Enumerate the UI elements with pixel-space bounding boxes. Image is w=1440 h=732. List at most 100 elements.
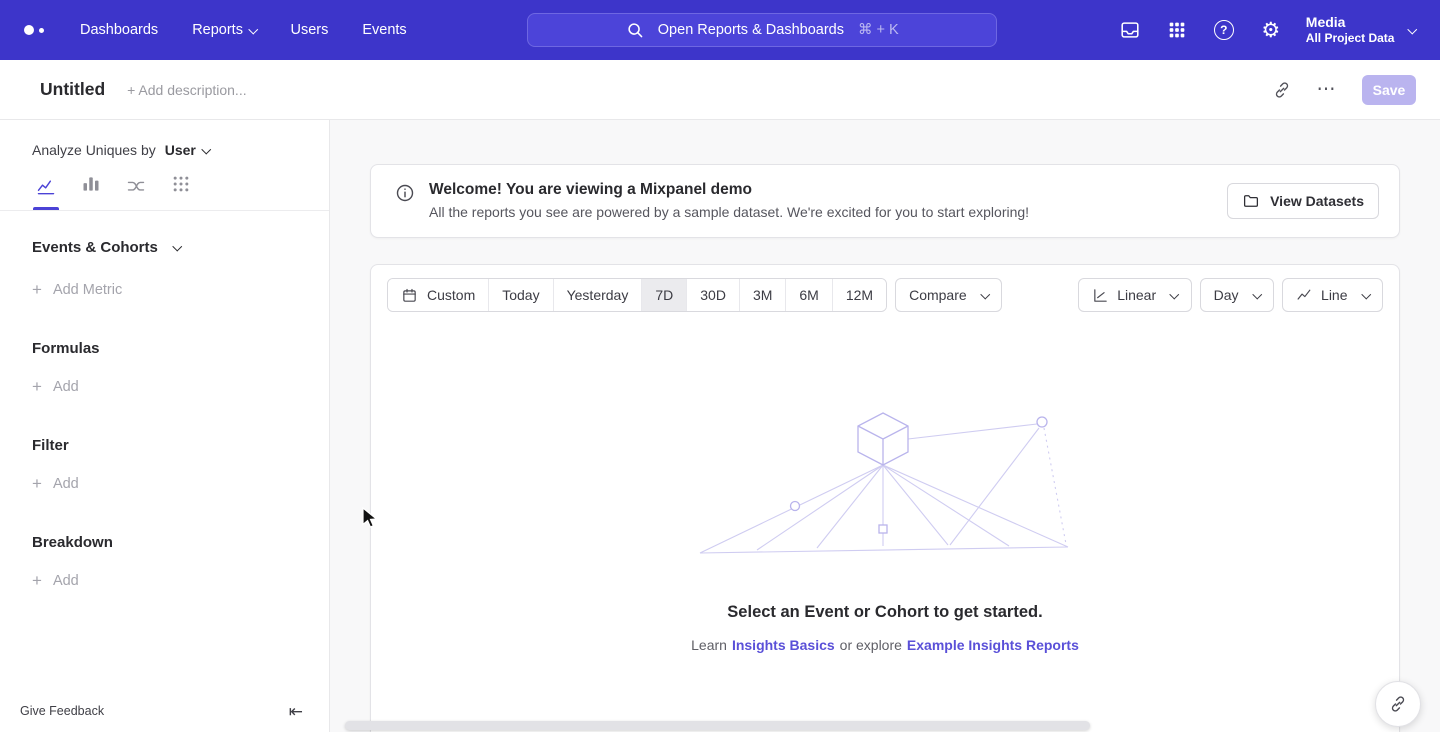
global-search[interactable]: Open Reports & Dashboards ⌘ + K xyxy=(527,13,997,47)
chart-style-label: Line xyxy=(1321,287,1347,303)
flow-sankey-icon xyxy=(126,177,146,197)
range-30d[interactable]: 30D xyxy=(686,279,739,311)
inbox-icon xyxy=(1119,19,1141,41)
mixpanel-logo[interactable] xyxy=(24,25,44,35)
settings-button[interactable]: ⚙ xyxy=(1259,18,1283,42)
add-filter-button[interactable]: + Add xyxy=(32,475,79,492)
save-button[interactable]: Save xyxy=(1362,75,1416,105)
chevron-down-icon xyxy=(1361,289,1370,298)
events-cohorts-label: Events & Cohorts xyxy=(32,239,158,256)
logo-dot-large xyxy=(24,25,34,35)
scale-dropdown[interactable]: Linear xyxy=(1078,278,1191,312)
line-chart-icon xyxy=(36,177,56,197)
apps-grid-icon xyxy=(1167,20,1187,40)
analyze-value: User xyxy=(165,142,196,158)
or-explore-text: or explore xyxy=(840,637,902,653)
navbar-right: ? ⚙ Media All Project Data xyxy=(1118,13,1416,47)
banner-text: Welcome! You are viewing a Mixpanel demo… xyxy=(429,181,1029,220)
report-title[interactable]: Untitled xyxy=(40,79,105,100)
banner-title: Welcome! You are viewing a Mixpanel demo xyxy=(429,181,1029,199)
custom-date-button[interactable]: Custom xyxy=(388,279,488,311)
nav-users[interactable]: Users xyxy=(290,22,328,38)
project-dataset: All Project Data xyxy=(1306,31,1395,47)
nav-events[interactable]: Events xyxy=(362,22,406,38)
gear-icon: ⚙ xyxy=(1261,20,1280,41)
chart-toolbar: Custom Today Yesterday 7D 30D 3M 6M 12M … xyxy=(387,278,1383,312)
empty-state: Select an Event or Cohort to get started… xyxy=(387,407,1383,653)
analyze-row: Analyze Uniques by User xyxy=(0,120,329,158)
scatter-dots-icon xyxy=(171,174,191,194)
copy-link-button[interactable] xyxy=(1266,74,1298,106)
add-metric-button[interactable]: + Add Metric xyxy=(32,281,122,298)
empty-state-illustration xyxy=(695,407,1075,557)
events-cohorts-section[interactable]: Events & Cohorts xyxy=(32,239,180,256)
chart-display-controls: Linear Day Line xyxy=(1078,278,1383,312)
nav-reports[interactable]: Reports xyxy=(192,22,256,38)
plus-icon: + xyxy=(32,572,42,589)
add-formula-label: Add xyxy=(53,379,79,395)
add-breakdown-button[interactable]: + Add xyxy=(32,572,79,589)
share-link-fab[interactable] xyxy=(1375,681,1421,727)
add-formula-button[interactable]: + Add xyxy=(32,378,79,395)
link-icon xyxy=(1272,80,1292,100)
chevron-down-icon xyxy=(1252,289,1261,298)
collapse-sidebar-button[interactable]: ⇤ xyxy=(289,703,303,720)
line-chart-icon xyxy=(1296,287,1313,304)
tab-scatter-chart[interactable] xyxy=(171,174,191,210)
chart-style-dropdown[interactable]: Line xyxy=(1282,278,1383,312)
horizontal-scrollbar-thumb[interactable] xyxy=(345,721,1090,730)
folder-icon xyxy=(1242,192,1260,210)
info-icon xyxy=(395,183,415,203)
range-12m[interactable]: 12M xyxy=(832,279,886,311)
chevron-down-icon xyxy=(249,24,258,33)
query-builder-sidebar: Analyze Uniques by User Events & Cohorts xyxy=(0,120,330,732)
analyze-by-dropdown[interactable]: User xyxy=(165,142,210,158)
project-switcher[interactable]: Media All Project Data xyxy=(1306,13,1395,47)
range-today[interactable]: Today xyxy=(488,279,552,311)
give-feedback-link[interactable]: Give Feedback xyxy=(20,704,104,718)
help-icon: ? xyxy=(1214,20,1234,40)
chart-type-tabs xyxy=(0,158,329,211)
add-breakdown-label: Add xyxy=(53,573,79,589)
more-options-button[interactable]: ⋯ xyxy=(1310,74,1342,106)
compare-button[interactable]: Compare xyxy=(895,278,1002,312)
custom-date-label: Custom xyxy=(427,287,475,303)
interval-dropdown[interactable]: Day xyxy=(1200,278,1274,312)
view-datasets-label: View Datasets xyxy=(1270,193,1364,209)
chevron-down-icon xyxy=(980,289,989,298)
nav-reports-label: Reports xyxy=(192,22,243,38)
view-datasets-button[interactable]: View Datasets xyxy=(1227,183,1379,219)
logo-dot-small xyxy=(39,28,44,33)
add-description[interactable]: + Add description... xyxy=(127,82,246,98)
tab-flow-chart[interactable] xyxy=(126,177,146,210)
bar-chart-icon xyxy=(81,174,101,194)
formulas-heading: Formulas xyxy=(32,340,329,357)
insights-basics-link[interactable]: Insights Basics xyxy=(732,637,835,653)
chevron-down-icon[interactable] xyxy=(1408,24,1417,33)
range-yesterday[interactable]: Yesterday xyxy=(553,279,642,311)
range-3m[interactable]: 3M xyxy=(739,279,785,311)
apps-grid-button[interactable] xyxy=(1165,18,1189,42)
interval-label: Day xyxy=(1214,287,1239,303)
empty-state-title: Select an Event or Cohort to get started… xyxy=(727,603,1042,622)
welcome-banner: Welcome! You are viewing a Mixpanel demo… xyxy=(370,164,1400,238)
tab-line-chart[interactable] xyxy=(36,177,56,210)
add-filter-label: Add xyxy=(53,476,79,492)
search-icon xyxy=(626,21,644,39)
top-navbar: Dashboards Reports Users Events Open Rep… xyxy=(0,0,1440,60)
linear-scale-icon xyxy=(1092,287,1109,304)
empty-state-help: Learn Insights Basics or explore Example… xyxy=(691,637,1079,653)
nav-dashboards[interactable]: Dashboards xyxy=(80,22,158,38)
primary-nav: Dashboards Reports Users Events xyxy=(80,22,407,38)
tab-bar-chart[interactable] xyxy=(81,174,101,210)
inbox-button[interactable] xyxy=(1118,18,1142,42)
example-reports-link[interactable]: Example Insights Reports xyxy=(907,637,1079,653)
chevron-down-icon xyxy=(173,242,182,251)
range-7d[interactable]: 7D xyxy=(641,279,686,311)
plus-icon: + xyxy=(32,281,42,298)
calendar-icon xyxy=(401,287,418,304)
help-button[interactable]: ? xyxy=(1212,18,1236,42)
project-name: Media xyxy=(1306,13,1395,31)
range-6m[interactable]: 6M xyxy=(785,279,831,311)
collapse-icon: ⇤ xyxy=(289,702,303,721)
